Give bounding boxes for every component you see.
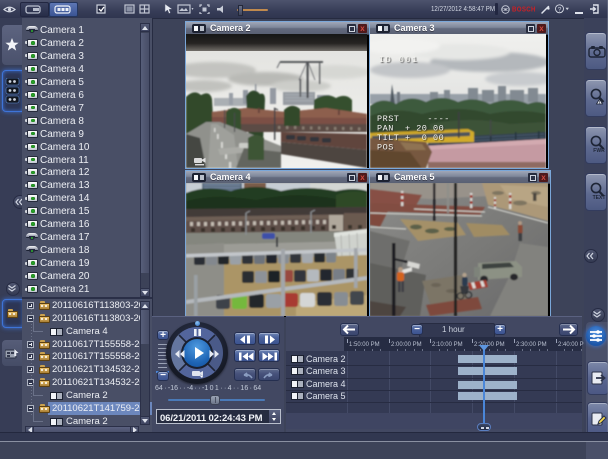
svg-text:FWR: FWR [593,148,605,154]
svg-text:PAN + 20 00: PAN + 20 00 [377,124,444,134]
svg-text:TILT + 0 00: TILT + 0 00 [377,133,444,143]
svg-text:PRST ----: PRST ---- [377,114,450,124]
svg-text:?: ? [558,6,562,13]
svg-text:POS: POS [377,143,394,153]
svg-text:ID 001: ID 001 [379,55,419,65]
svg-text:TEXT: TEXT [593,195,606,201]
